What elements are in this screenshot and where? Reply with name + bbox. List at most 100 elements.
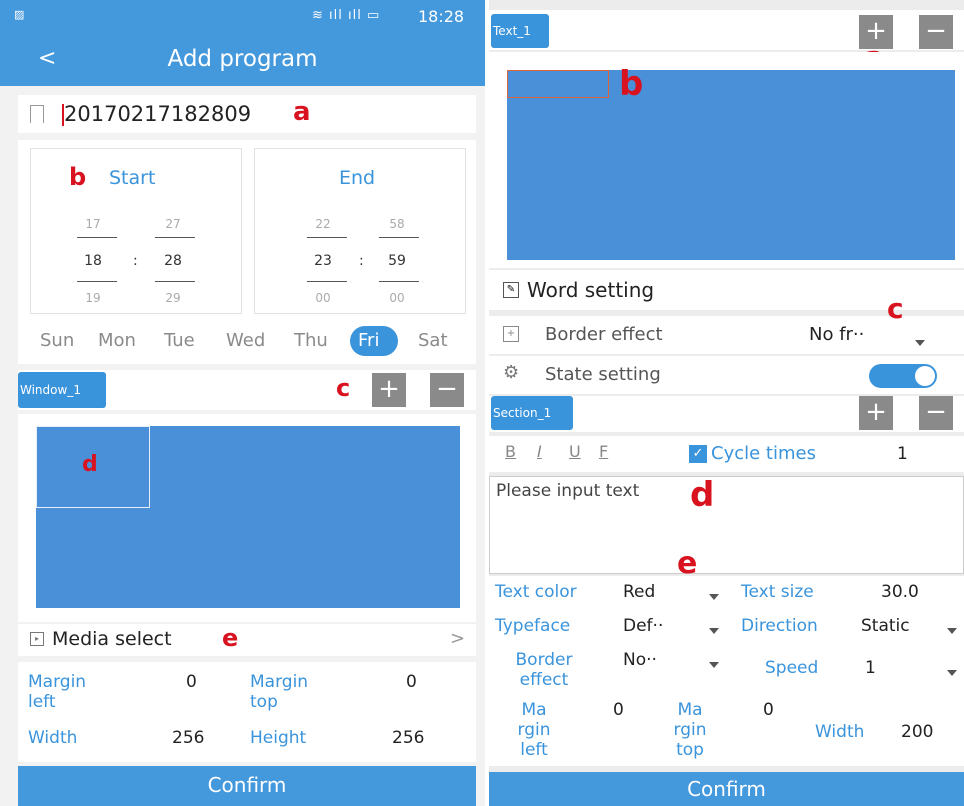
dropdown-arrow-icon xyxy=(709,620,719,639)
add-section-button[interactable]: + xyxy=(859,396,893,430)
start-hour[interactable]: 18 xyxy=(67,253,119,269)
text-color-label: Text color xyxy=(495,582,577,602)
width-prop-value[interactable]: 200 xyxy=(901,722,933,742)
geometry-fields: Margin left 0 Margin top 0 Width 256 Hei… xyxy=(18,662,476,762)
width-value[interactable]: 256 xyxy=(172,728,204,748)
cycle-times-value[interactable]: 1 xyxy=(897,444,908,464)
picker-line xyxy=(77,281,117,282)
remove-section-button[interactable]: − xyxy=(919,396,953,430)
margin-left-value[interactable]: 0 xyxy=(186,672,197,692)
text-tab[interactable]: Text_1 xyxy=(491,14,549,48)
end-min[interactable]: 59 xyxy=(371,253,423,269)
start-label: Start xyxy=(109,167,156,189)
media-select-label: Media select xyxy=(52,628,172,650)
day-thu[interactable]: Thu xyxy=(294,330,328,351)
speed-label: Speed xyxy=(765,658,819,678)
text-input-box[interactable]: Please input text d xyxy=(489,475,964,574)
end-hour-prev: 22 xyxy=(315,217,331,231)
dropdown-arrow-icon xyxy=(915,332,925,351)
text-color-value[interactable]: Red xyxy=(623,582,655,602)
end-min-prev: 58 xyxy=(389,217,405,231)
media-select-row[interactable]: ▸ Media select e > xyxy=(18,624,476,656)
day-mon[interactable]: Mon xyxy=(98,330,136,351)
typeface-label: Typeface xyxy=(495,616,571,636)
gear-icon: ⚙ xyxy=(503,362,520,383)
annotation-e: e xyxy=(222,624,239,652)
italic-button[interactable]: I xyxy=(537,442,542,461)
underline-button[interactable]: U xyxy=(569,442,581,461)
program-name-row[interactable]: 20170217182809 a xyxy=(18,95,476,133)
status-time: 18:28 xyxy=(418,7,465,26)
day-tue[interactable]: Tue xyxy=(164,330,195,351)
picker-line xyxy=(77,237,117,238)
remove-text-button[interactable]: − xyxy=(919,15,953,49)
chevron-right-icon: > xyxy=(450,628,466,649)
state-setting-label: State setting xyxy=(545,364,661,385)
start-time-box: b Start 17 27 18 : 28 19 29 xyxy=(30,148,242,314)
picker-line xyxy=(379,281,419,282)
add-window-button[interactable]: + xyxy=(372,373,406,407)
height-value[interactable]: 256 xyxy=(392,728,424,748)
window-tab[interactable]: Window_1 xyxy=(18,372,106,408)
day-wed[interactable]: Wed xyxy=(226,330,265,351)
word-setting-label: Word setting xyxy=(527,278,655,302)
bold-button[interactable]: B xyxy=(505,442,516,461)
day-fri[interactable]: Fri xyxy=(358,330,379,351)
border-effect-prop-label: Border effect xyxy=(515,650,573,690)
status-bar: ▨ ≋ ıll ıll ▭ 18:28 xyxy=(0,0,485,34)
picker-line xyxy=(155,281,195,282)
cycle-checkbox[interactable]: ✓ xyxy=(689,445,707,463)
window-tab-row: Window_1 c + − xyxy=(18,370,476,410)
margin-left-label: Margin left xyxy=(28,672,87,712)
text-size-label: Text size xyxy=(741,582,814,602)
border-effect-icon: + xyxy=(503,326,519,342)
speed-value[interactable]: 1 xyxy=(865,658,876,678)
margin-top-prop-value[interactable]: 0 xyxy=(763,700,774,720)
height-label: Height xyxy=(250,728,307,748)
state-setting-row[interactable]: ⚙ State setting xyxy=(489,356,964,394)
text-editor-screen: Text_1 + − a b ✎ Word setting + Border e… xyxy=(489,0,964,806)
program-name-input[interactable]: 20170217182809 xyxy=(64,102,251,126)
schedule-card: b Start 17 27 18 : 28 19 29 End 22 58 23… xyxy=(18,140,476,364)
text-canvas[interactable]: b xyxy=(507,64,955,260)
picker-line xyxy=(307,281,347,282)
direction-label: Direction xyxy=(741,616,818,636)
annotation-d: d xyxy=(690,475,715,515)
app-header: < Add program xyxy=(0,34,485,86)
typeface-value[interactable]: Def·· xyxy=(623,616,663,636)
end-hour[interactable]: 23 xyxy=(297,253,349,269)
dropdown-arrow-icon xyxy=(709,654,719,673)
state-toggle[interactable] xyxy=(869,364,937,388)
margin-top-value[interactable]: 0 xyxy=(406,672,417,692)
f-button[interactable]: F xyxy=(599,442,608,461)
picker-line xyxy=(379,237,419,238)
dropdown-arrow-icon xyxy=(709,586,719,605)
text-size-value[interactable]: 30.0 xyxy=(881,582,919,602)
section-tab[interactable]: Section_1 xyxy=(491,396,573,430)
confirm-button[interactable]: Confirm xyxy=(489,772,964,806)
format-row: B I U F ✓ Cycle times 1 xyxy=(489,436,964,472)
day-sat[interactable]: Sat xyxy=(418,330,448,351)
edit-icon: ✎ xyxy=(503,282,519,298)
picker-line xyxy=(307,237,347,238)
start-min-next: 29 xyxy=(165,291,181,305)
direction-value[interactable]: Static xyxy=(861,616,910,636)
add-program-screen: ▨ ≋ ıll ıll ▭ 18:28 < Add program 201702… xyxy=(0,0,485,806)
toggle-knob xyxy=(915,366,935,386)
border-effect-prop-value[interactable]: No·· xyxy=(623,650,657,670)
margin-left-prop-value[interactable]: 0 xyxy=(613,700,624,720)
notification-icon: ▨ xyxy=(14,8,25,21)
border-effect-value[interactable]: No fr·· xyxy=(809,324,864,345)
day-sun[interactable]: Sun xyxy=(40,330,74,351)
confirm-button[interactable]: Confirm xyxy=(18,766,476,806)
text-region[interactable] xyxy=(507,70,609,98)
start-min[interactable]: 28 xyxy=(147,253,199,269)
remove-window-button[interactable]: − xyxy=(430,373,464,407)
window-canvas[interactable]: d xyxy=(36,426,460,608)
end-min-next: 00 xyxy=(389,291,405,305)
end-hour-next: 00 xyxy=(315,291,331,305)
annotation-a: a xyxy=(293,97,311,127)
margin-top-prop-label: Ma rgin top xyxy=(673,700,707,760)
page-title: Add program xyxy=(167,46,318,72)
dropdown-arrow-icon xyxy=(947,662,957,681)
